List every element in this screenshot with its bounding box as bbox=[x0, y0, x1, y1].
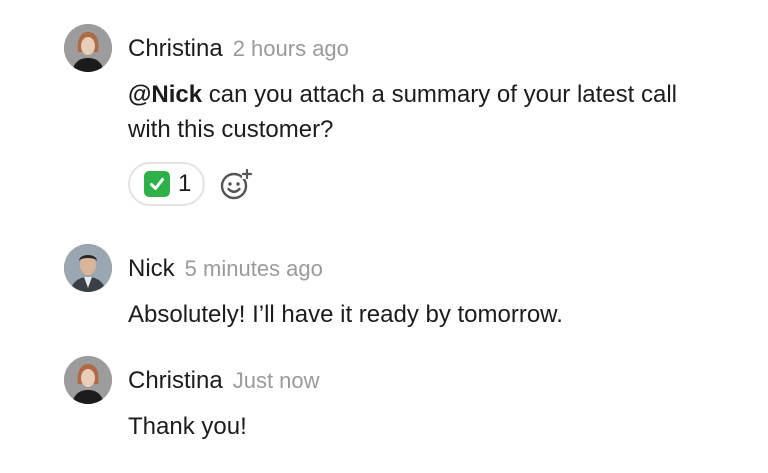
reaction-count: 1 bbox=[178, 170, 192, 197]
message-body: Thank you! bbox=[128, 409, 688, 444]
message-body: @Nick can you attach a summary of your l… bbox=[128, 77, 688, 147]
avatar-image bbox=[64, 356, 112, 404]
message-text: can you attach a summary of your latest … bbox=[128, 81, 677, 143]
avatar-nick[interactable] bbox=[64, 244, 112, 292]
comment-thread: Christina 2 hours ago @Nick can you attac… bbox=[0, 0, 768, 473]
author-name[interactable]: Christina bbox=[128, 35, 223, 62]
message-item: Christina Just now Thank you! bbox=[64, 356, 728, 452]
message-body: Absolutely! I’ll have it ready by tomorr… bbox=[128, 297, 688, 332]
add-reaction-icon[interactable] bbox=[219, 167, 253, 201]
message-item: Christina 2 hours ago @Nick can you attac… bbox=[64, 24, 728, 214]
reaction-check-button[interactable]: 1 bbox=[128, 162, 206, 206]
check-mark-button-icon bbox=[144, 171, 170, 197]
avatar-christina[interactable] bbox=[64, 24, 112, 72]
message-header: Nick 5 minutes ago bbox=[128, 254, 323, 287]
user-mention[interactable]: @Nick bbox=[128, 81, 202, 108]
avatar-image bbox=[64, 24, 112, 72]
reactions-bar: 1 bbox=[128, 160, 253, 208]
message-text: Absolutely! I’ll have it ready by tomorr… bbox=[128, 301, 563, 328]
message-header: Christina Just now bbox=[128, 366, 320, 399]
timestamp: 5 minutes ago bbox=[184, 256, 323, 281]
avatar-christina[interactable] bbox=[64, 356, 112, 404]
timestamp: Just now bbox=[232, 368, 320, 393]
avatar-image bbox=[64, 244, 112, 292]
message-item: Nick 5 minutes ago Absolutely! I’ll have … bbox=[64, 244, 728, 334]
author-name[interactable]: Nick bbox=[128, 255, 175, 282]
timestamp: 2 hours ago bbox=[232, 36, 349, 61]
author-name[interactable]: Christina bbox=[128, 367, 223, 394]
message-header: Christina 2 hours ago bbox=[128, 34, 349, 67]
message-text: Thank you! bbox=[128, 413, 247, 440]
